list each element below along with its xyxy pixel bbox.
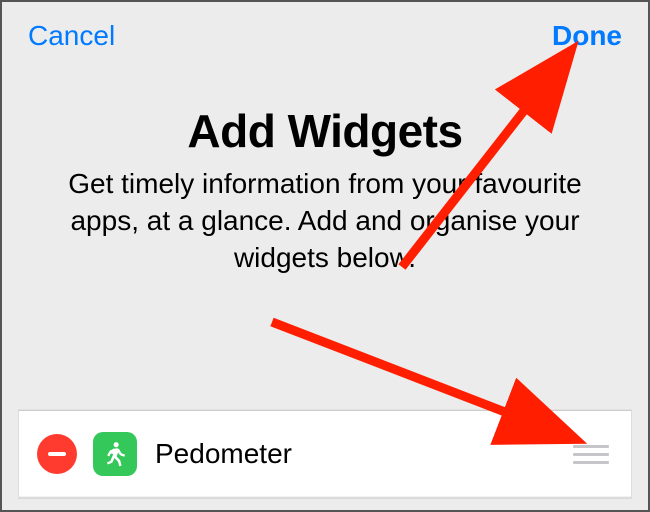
page-description: Get timely information from your favouri… [42, 166, 608, 277]
reorder-handle[interactable] [573, 440, 613, 468]
widget-row-label: Pedometer [155, 438, 573, 470]
grip-line-icon [573, 461, 609, 464]
grip-line-icon [573, 445, 609, 448]
widget-list-card: Pedometer [18, 410, 632, 498]
pedometer-app-icon [93, 432, 137, 476]
nav-bar: Cancel Done [2, 2, 648, 52]
cancel-button[interactable]: Cancel [28, 20, 115, 52]
widget-row: Pedometer [19, 421, 631, 487]
done-button[interactable]: Done [552, 20, 622, 52]
grip-line-icon [573, 453, 609, 456]
walking-icon [101, 440, 129, 468]
widgets-edit-screen: Cancel Done Add Widgets Get timely infor… [0, 0, 650, 512]
hero-section: Add Widgets Get timely information from … [2, 104, 648, 277]
widget-list-container: Pedometer [18, 410, 632, 498]
remove-widget-button[interactable] [37, 434, 77, 474]
minus-icon [48, 452, 66, 456]
page-title: Add Widgets [42, 104, 608, 158]
